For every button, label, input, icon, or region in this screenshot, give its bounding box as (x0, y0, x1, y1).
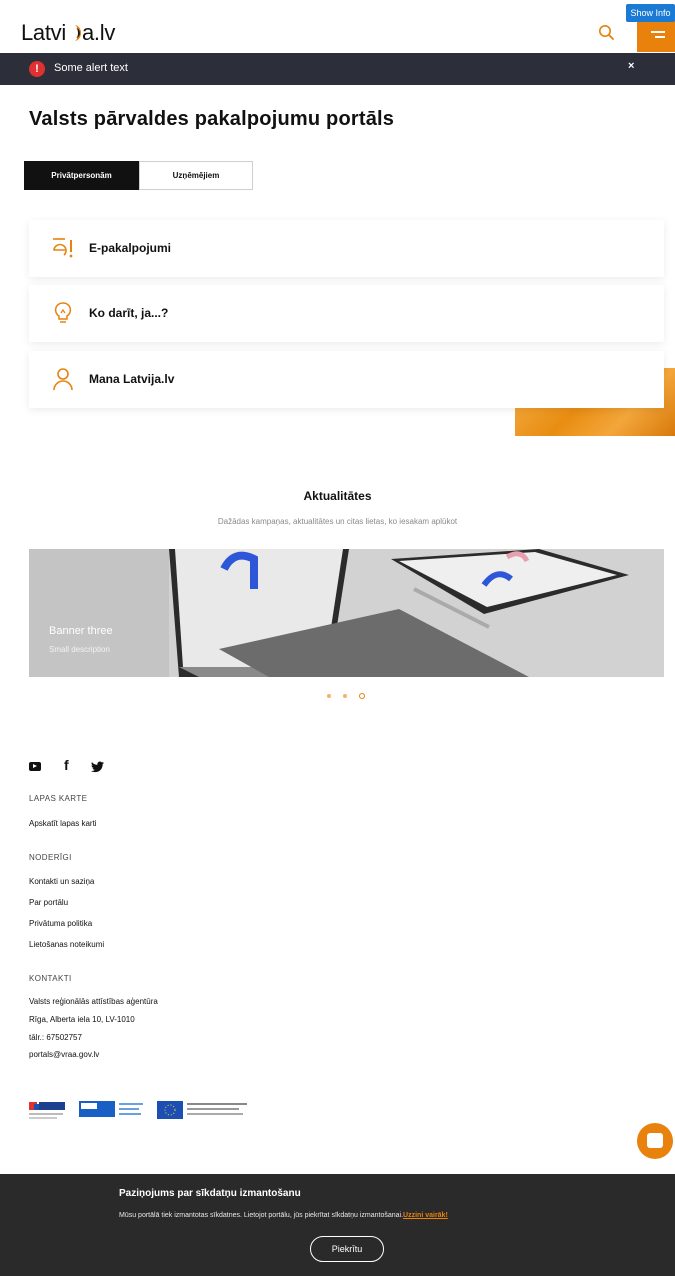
card-my-latvija[interactable]: Mana Latvija.lv (29, 351, 664, 408)
twitter-icon[interactable] (91, 760, 104, 773)
youtube-icon[interactable] (29, 762, 41, 771)
chat-button[interactable] (637, 1123, 673, 1159)
footer-heading-useful: NODERĪGI (29, 853, 72, 862)
cookie-text: Mūsu portālā tiek izmantotas sīkdatnes. … (119, 1212, 448, 1219)
footer-contact-phone: tālr.: 67502757 (29, 1033, 82, 1042)
footer-contact-address: Rīga, Alberta iela 10, LV-1010 (29, 1015, 135, 1024)
footer-heading-sitemap: LAPAS KARTE (29, 794, 88, 803)
hamburger-icon-line (655, 36, 665, 38)
slider-dot[interactable] (327, 694, 331, 698)
footer-link-contacts[interactable]: Kontakti un saziņa (29, 877, 94, 886)
eu-funding-logos (29, 1099, 269, 1121)
lightbulb-icon (51, 301, 75, 325)
card-e-services[interactable]: E-pakalpojumi (29, 220, 664, 277)
site-logo[interactable]: Latvi a.lv (21, 20, 115, 46)
hamburger-icon (651, 31, 665, 33)
cookie-learn-more-link[interactable]: Uzzini vairāk! (403, 1212, 448, 1219)
page-title: Valsts pārvaldes pakalpojumu portāls (29, 108, 395, 130)
footer-link-privacy[interactable]: Privātuma politika (29, 919, 92, 928)
close-icon[interactable]: × (628, 60, 634, 72)
tab-private-persons[interactable]: Privātpersonām (24, 161, 139, 190)
banner-title: Banner three (49, 625, 113, 637)
tab-entrepreneurs[interactable]: Uzņēmējiem (139, 161, 253, 190)
chat-icon (647, 1133, 663, 1148)
card-what-to-do[interactable]: Ko darīt, ja...? (29, 285, 664, 342)
search-icon[interactable] (598, 24, 614, 40)
slider-dot[interactable] (343, 694, 347, 698)
footer-link-about[interactable]: Par portālu (29, 898, 68, 907)
logo-text-b: a.lv (81, 20, 116, 45)
news-title: Aktualitātes (303, 489, 372, 503)
show-info-button[interactable]: Show Info (626, 4, 675, 22)
alert-text: Some alert text (54, 62, 128, 74)
user-icon (51, 367, 75, 391)
footer-link-terms[interactable]: Lietošanas noteikumi (29, 940, 104, 949)
e-services-icon (51, 236, 75, 260)
cookie-title: Paziņojums par sīkdatņu izmantošanu (119, 1188, 301, 1199)
slider-dot-active[interactable] (359, 693, 365, 699)
warning-icon: ! (29, 61, 45, 77)
card-label: E-pakalpojumi (89, 241, 172, 255)
banner-description: Small description (49, 645, 110, 654)
logo-text-a: Latvi (21, 20, 66, 45)
footer-contact-agency: Valsts reģionālās attīstības aģentūra (29, 997, 158, 1006)
card-label: Ko darīt, ja...? (89, 306, 169, 320)
news-banner[interactable]: Banner three Small description (29, 549, 664, 677)
banner-image (29, 549, 664, 677)
cookie-accept-button[interactable]: Piekrītu (310, 1236, 384, 1262)
footer-contact-email[interactable]: portals@vraa.gov.lv (29, 1050, 99, 1059)
alert-bar: ! Some alert text × (0, 53, 675, 85)
cookie-text-body: Mūsu portālā tiek izmantotas sīkdatnes. … (119, 1212, 404, 1219)
card-label: Mana Latvija.lv (89, 372, 175, 386)
facebook-icon[interactable]: f (64, 757, 69, 773)
news-subtitle: Dažādas kampaņas, aktualitātes un citas … (217, 517, 458, 526)
footer-heading-contacts: KONTAKTI (29, 974, 72, 983)
logo-mark-icon (67, 22, 81, 44)
footer-link-sitemap[interactable]: Apskatīt lapas karti (29, 819, 97, 828)
